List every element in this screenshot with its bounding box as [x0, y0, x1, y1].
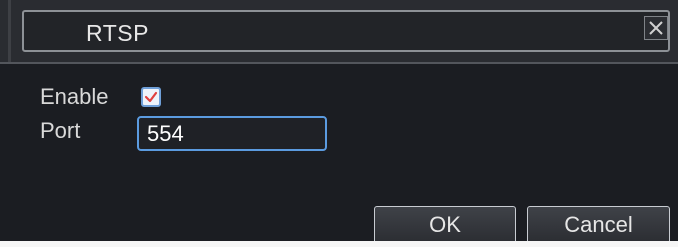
port-label: Port: [40, 118, 81, 143]
rtsp-dialog: RTSP Enable Port OK Cancel: [0, 0, 678, 247]
title-bar-edge: [8, 0, 11, 62]
checkmark-icon: [144, 91, 158, 103]
title-frame: RTSP: [22, 10, 670, 52]
close-icon: [649, 21, 663, 35]
title-divider: [0, 62, 678, 64]
close-button[interactable]: [644, 16, 668, 40]
ok-button[interactable]: OK: [374, 206, 516, 244]
cancel-button[interactable]: Cancel: [527, 206, 670, 244]
dialog-title: RTSP: [86, 20, 149, 46]
enable-checkbox[interactable]: [141, 87, 161, 107]
title-bar: RTSP: [0, 0, 678, 62]
port-input[interactable]: [137, 116, 327, 151]
enable-label: Enable: [40, 84, 109, 109]
